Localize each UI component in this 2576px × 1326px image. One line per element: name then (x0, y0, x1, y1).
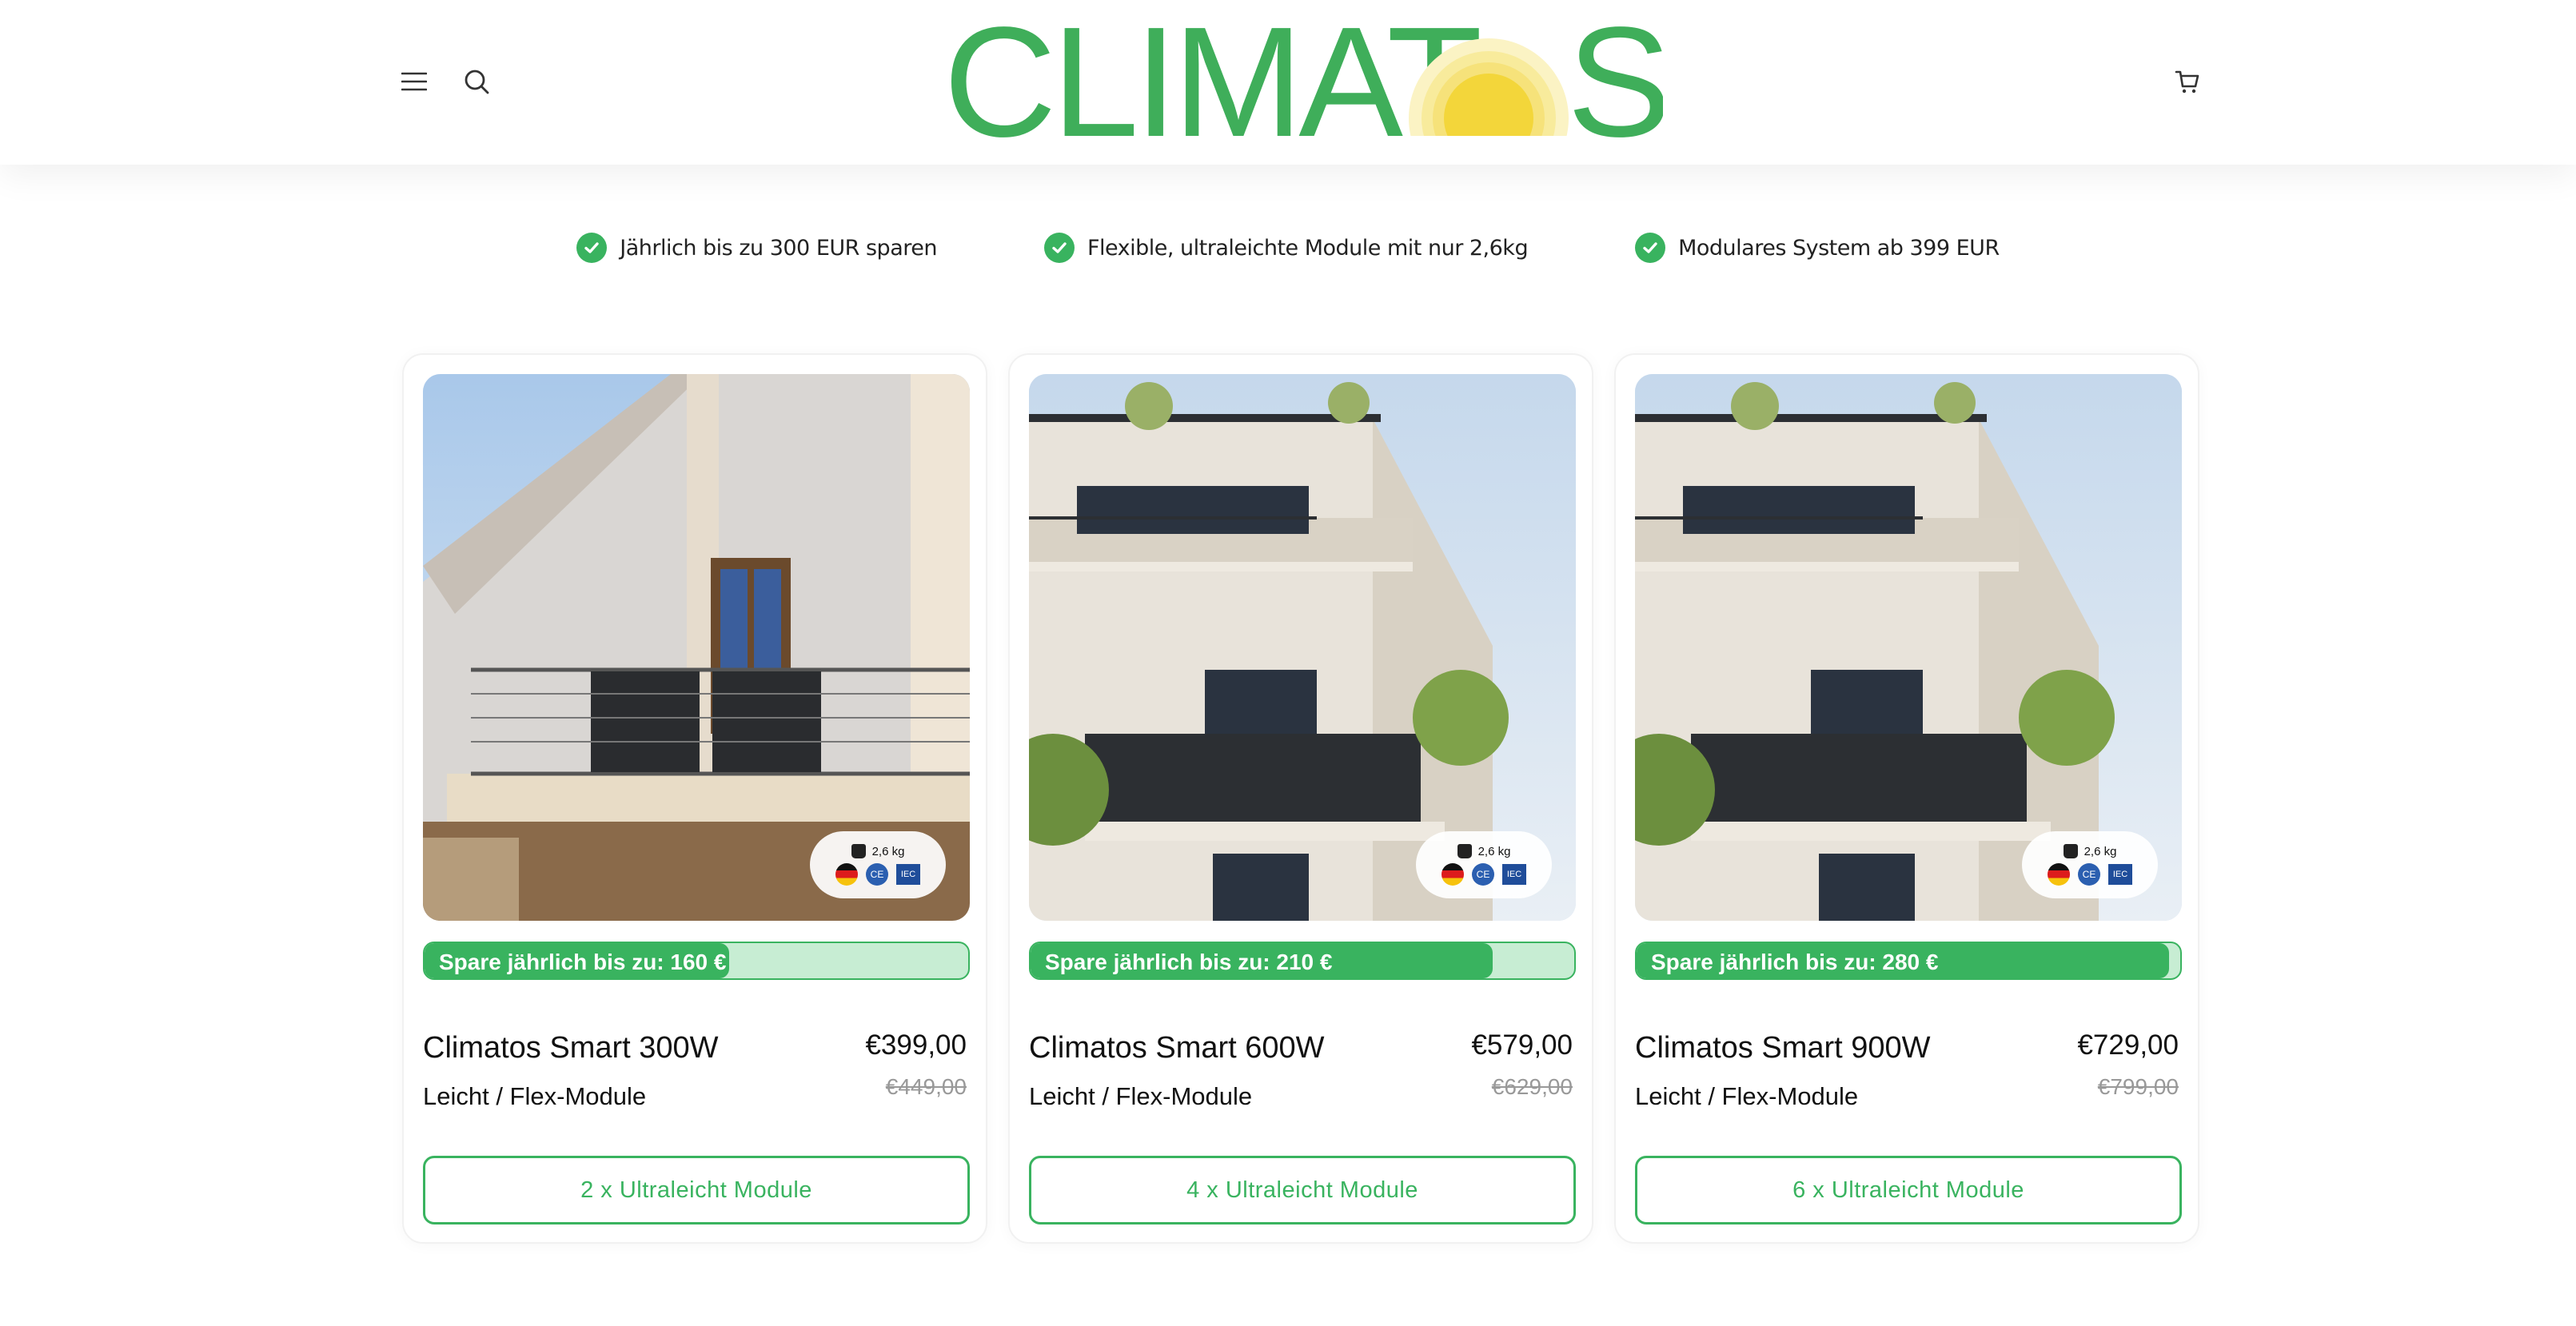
cart-icon (2175, 70, 2199, 94)
select-modules-button[interactable]: 6 x Ultraleicht Module (1635, 1156, 2182, 1224)
savings-progress-bar: Spare jährlich bis zu: 160 € (423, 942, 970, 980)
savings-progress-bar: Spare jährlich bis zu: 210 € (1029, 942, 1576, 980)
site-header: CLIMAT S (0, 0, 2576, 165)
feature-item: Flexible, ultraleichte Module mit nur 2,… (1043, 224, 1529, 272)
feature-strip: Jährlich bis zu 300 EUR sparen Flexible,… (0, 224, 2576, 272)
savings-progress-bar: Spare jährlich bis zu: 280 € (1635, 942, 2182, 980)
product-image[interactable]: 2,6 kg CE IEC (1635, 374, 2182, 921)
check-icon (1043, 233, 1075, 263)
certification-badge: 2,6 kg CE IEC (1416, 831, 1552, 898)
iec-mark-icon: IEC (2108, 864, 2132, 885)
search-button[interactable] (461, 66, 492, 98)
search-icon (465, 70, 489, 94)
feature-item: Modulares System ab 399 EUR (1635, 224, 2000, 272)
product-image[interactable]: 2,6 kg CE IEC (423, 374, 970, 921)
logo-text-end: S (1567, 16, 1663, 144)
product-card[interactable]: 2,6 kg CE IEC Spare jährlich bis zu: 210… (1008, 353, 1593, 1244)
feature-item: Jährlich bis zu 300 EUR sparen (576, 224, 937, 272)
product-title[interactable]: Climatos Smart 600W (1029, 1031, 1325, 1065)
product-title[interactable]: Climatos Smart 900W (1635, 1031, 1931, 1065)
iec-mark-icon: IEC (1502, 864, 1526, 885)
badge-weight-label: 2,6 kg (1477, 844, 1511, 858)
feature-label: Modulares System ab 399 EUR (1678, 235, 2000, 261)
product-subtitle: Leicht / Flex-Module (423, 1082, 647, 1110)
germany-flag-icon (1442, 863, 1464, 886)
product-grid: 2,6 kg CE IEC Spare jährlich bis zu: 160… (402, 353, 2199, 1244)
feature-label: Flexible, ultraleichte Module mit nur 2,… (1087, 235, 1529, 261)
savings-label: Spare jährlich bis zu: 280 € (1651, 950, 1939, 974)
select-modules-button[interactable]: 2 x Ultraleicht Module (423, 1156, 970, 1224)
product-old-price: €629,00 (1491, 1074, 1573, 1099)
product-card[interactable]: 2,6 kg CE IEC Spare jährlich bis zu: 280… (1614, 353, 2199, 1244)
savings-label: Spare jährlich bis zu: 160 € (439, 950, 727, 974)
product-card[interactable]: 2,6 kg CE IEC Spare jährlich bis zu: 160… (402, 353, 987, 1244)
weight-icon (851, 844, 866, 858)
check-icon (1635, 233, 1666, 263)
menu-button[interactable] (398, 66, 430, 98)
product-old-price: €449,00 (885, 1074, 967, 1099)
weight-icon (1457, 844, 1472, 858)
check-icon (576, 233, 608, 263)
certification-badge: 2,6 kg CE IEC (810, 831, 946, 898)
savings-label: Spare jährlich bis zu: 210 € (1045, 950, 1333, 974)
ce-mark-icon: CE (866, 863, 888, 886)
hamburger-menu-icon (401, 72, 427, 91)
ce-mark-icon: CE (1472, 863, 1494, 886)
ce-mark-icon: CE (2078, 863, 2100, 886)
select-modules-button[interactable]: 4 x Ultraleicht Module (1029, 1156, 1576, 1224)
product-image[interactable]: 2,6 kg CE IEC (1029, 374, 1576, 921)
product-subtitle: Leicht / Flex-Module (1635, 1082, 1859, 1110)
product-price: €579,00 (1471, 1029, 1573, 1061)
certification-badge: 2,6 kg CE IEC (2022, 831, 2158, 898)
product-price: €729,00 (2077, 1029, 2179, 1061)
germany-flag-icon (2048, 863, 2070, 886)
iec-mark-icon: IEC (896, 864, 920, 885)
product-title[interactable]: Climatos Smart 300W (423, 1031, 719, 1065)
product-price: €399,00 (865, 1029, 967, 1061)
cart-button[interactable] (2171, 66, 2203, 98)
weight-icon (2063, 844, 2078, 858)
badge-weight-label: 2,6 kg (871, 844, 905, 858)
feature-label: Jährlich bis zu 300 EUR sparen (620, 235, 937, 261)
germany-flag-icon (835, 863, 858, 886)
badge-weight-label: 2,6 kg (2084, 844, 2117, 858)
climatos-logo[interactable]: CLIMAT S (943, 16, 1663, 144)
product-old-price: €799,00 (2097, 1074, 2179, 1099)
product-subtitle: Leicht / Flex-Module (1029, 1082, 1253, 1110)
logo-text: CLIMAT (943, 16, 1479, 144)
